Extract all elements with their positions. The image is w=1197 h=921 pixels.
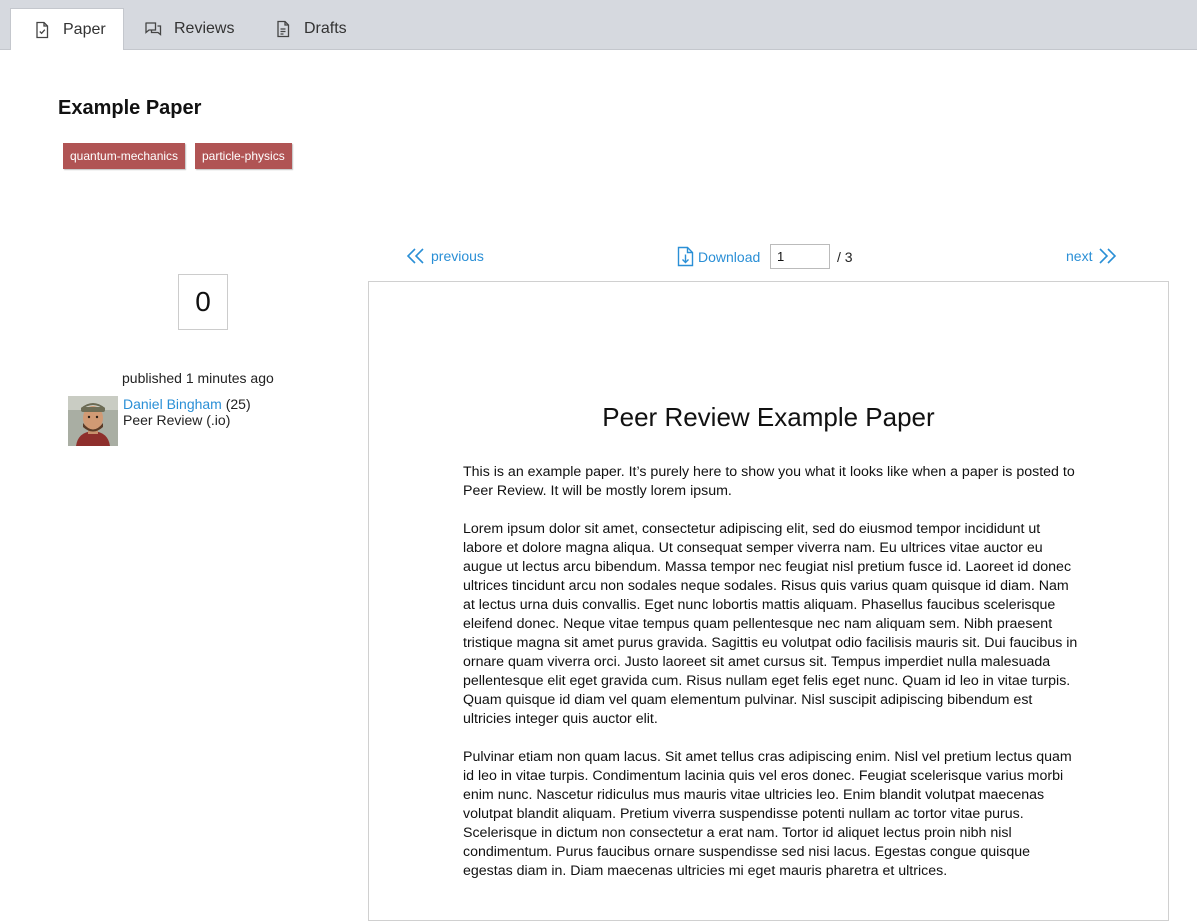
document-paragraph: Pulvinar etiam non quam lacus. Sit amet … (463, 749, 1072, 879)
tab-reviews[interactable]: Reviews (144, 8, 254, 49)
avatar[interactable] (68, 396, 118, 446)
page-total: / 3 (837, 249, 853, 265)
file-check-icon (33, 21, 51, 39)
double-chevron-right-icon (1098, 247, 1117, 265)
tag-particle-physics[interactable]: particle-physics (195, 143, 292, 169)
score-box: 0 (178, 274, 228, 330)
document-title: Peer Review Example Paper (602, 402, 935, 432)
tab-bar: Paper Reviews Drafts (0, 0, 1197, 50)
next-page-button[interactable]: next (1066, 247, 1117, 265)
author-name-link[interactable]: Daniel Bingham (123, 396, 222, 412)
download-button[interactable]: Download (677, 246, 760, 267)
tab-paper-label: Paper (63, 20, 106, 38)
tab-paper[interactable]: Paper (10, 8, 124, 50)
paper-title: Example Paper (58, 97, 202, 119)
tab-drafts-label: Drafts (304, 19, 347, 37)
pdf-viewer[interactable]: Peer Review Example Paper This is an exa… (368, 281, 1169, 921)
tag-quantum-mechanics[interactable]: quantum-mechanics (63, 143, 186, 169)
chat-bubbles-icon (144, 20, 162, 38)
previous-page-button[interactable]: previous (406, 247, 484, 265)
published-time: published 1 minutes ago (122, 370, 274, 386)
download-label: Download (698, 248, 761, 265)
author-reputation: (25) (225, 396, 251, 412)
author-line: Daniel Bingham (25) (123, 396, 251, 412)
double-chevron-left-icon (406, 247, 425, 265)
document-paragraph: This is an example paper. It’s purely he… (463, 464, 1075, 499)
author-affiliation: Peer Review (.io) (123, 412, 231, 428)
tab-drafts[interactable]: Drafts (274, 8, 374, 49)
page-number-input[interactable] (770, 244, 830, 269)
tab-reviews-label: Reviews (174, 19, 235, 37)
next-label: next (1066, 248, 1093, 264)
file-download-icon (677, 246, 694, 267)
file-text-icon (274, 20, 292, 38)
document-body: This is an example paper. It’s purely he… (463, 463, 1083, 900)
previous-label: previous (431, 248, 484, 264)
document-paragraph: Lorem ipsum dolor sit amet, consectetur … (463, 521, 1078, 727)
